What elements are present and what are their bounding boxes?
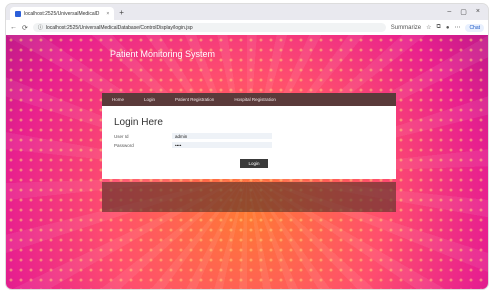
login-heading: Login Here bbox=[114, 117, 163, 128]
password-label: Password bbox=[114, 143, 134, 148]
close-window-icon[interactable]: × bbox=[476, 8, 480, 16]
user-id-input[interactable] bbox=[172, 133, 272, 139]
summarize-button[interactable]: Summarize bbox=[391, 25, 421, 31]
login-panel: Login Here User Id Password Login bbox=[102, 106, 396, 179]
menu-icon[interactable]: ⋯ bbox=[454, 24, 460, 31]
password-input[interactable] bbox=[172, 142, 272, 148]
footer-band bbox=[102, 182, 396, 212]
chat-button[interactable]: Chat bbox=[465, 23, 484, 32]
close-tab-icon[interactable]: × bbox=[106, 11, 109, 17]
back-icon[interactable]: ← bbox=[10, 24, 17, 32]
minimize-icon[interactable]: – bbox=[447, 8, 451, 16]
url-text: localhost:2525/UniversalMedicalDatabase/… bbox=[45, 24, 193, 31]
site-title: Patient Monitoring System bbox=[110, 49, 216, 59]
nav-login[interactable]: Login bbox=[134, 97, 165, 102]
profile-icon[interactable]: ● bbox=[446, 25, 450, 31]
main-nav: Home Login Patient Registration Hospital… bbox=[102, 93, 396, 106]
login-button[interactable]: Login bbox=[240, 159, 268, 168]
url-field[interactable]: ⓘ localhost:2525/UniversalMedicalDatabas… bbox=[32, 23, 386, 32]
info-icon: ⓘ bbox=[37, 25, 43, 31]
browser-tab[interactable]: localhost:2525/UniversalMedicalD × bbox=[10, 7, 115, 21]
browser-window: localhost:2525/UniversalMedicalD × + – ▢… bbox=[6, 4, 488, 289]
address-bar: ← ⟳ ⓘ localhost:2525/UniversalMedicalDat… bbox=[6, 20, 488, 36]
page-icon bbox=[15, 11, 21, 17]
tab-bar: localhost:2525/UniversalMedicalD × + – ▢… bbox=[6, 4, 488, 21]
user-id-label: User Id bbox=[114, 134, 129, 139]
maximize-icon[interactable]: ▢ bbox=[460, 8, 467, 16]
tab-title: localhost:2525/UniversalMedicalD bbox=[24, 11, 100, 17]
page-viewport: Patient Monitoring System Home Login Pat… bbox=[6, 35, 488, 289]
nav-hospital-registration[interactable]: Hospital Registration bbox=[224, 97, 286, 102]
extensions-icon[interactable]: ⧉ bbox=[437, 24, 441, 31]
favorite-icon[interactable]: ☆ bbox=[426, 24, 431, 31]
new-tab-button[interactable]: + bbox=[119, 8, 124, 17]
nav-home[interactable]: Home bbox=[102, 97, 134, 102]
reload-icon[interactable]: ⟳ bbox=[22, 24, 28, 32]
nav-patient-registration[interactable]: Patient Registration bbox=[165, 97, 224, 102]
